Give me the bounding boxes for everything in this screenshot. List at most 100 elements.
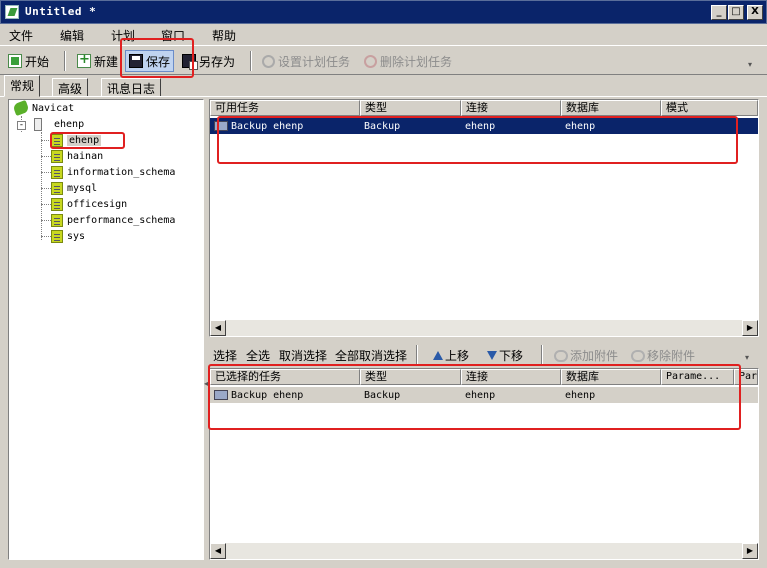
set-schedule-label: 设置计划任务 <box>278 54 351 69</box>
menu-file[interactable]: 文件 <box>9 27 33 44</box>
horizontal-scrollbar[interactable]: ◀ ▶ <box>210 543 758 559</box>
task-type: Backup <box>364 389 401 401</box>
scroll-left-icon[interactable]: ◀ <box>210 320 226 336</box>
up-arrow-icon <box>433 351 443 360</box>
app-icon <box>5 5 19 19</box>
select-button[interactable]: 选择 <box>213 347 237 364</box>
task-name: Backup ehenp <box>231 120 304 132</box>
tree-db-officesign[interactable]: officesign <box>51 198 127 211</box>
task-type: Backup <box>364 120 401 132</box>
col-pars[interactable]: Pars <box>734 369 758 385</box>
task-icon <box>214 389 228 400</box>
select-all-button[interactable]: 全选 <box>246 347 270 364</box>
database-icon <box>51 230 63 243</box>
table-row[interactable]: Backup ehenp Backup ehenp ehenp <box>210 118 758 134</box>
tab-message-log[interactable]: 讯息日志 <box>101 78 162 97</box>
remove-attachment-button[interactable]: 移除附件 <box>631 347 695 364</box>
save-as-label: 另存为 <box>199 54 236 69</box>
col-available-task[interactable]: 可用任务 <box>210 100 360 116</box>
close-button[interactable]: X <box>747 5 763 20</box>
new-label: 新建 <box>94 54 119 69</box>
tree-connection-ehenp[interactable]: ehenp <box>34 118 84 131</box>
menu-window[interactable]: 窗口 <box>161 27 185 44</box>
database-icon <box>51 214 63 227</box>
maximize-button[interactable]: □ <box>728 5 744 20</box>
save-as-button[interactable]: 另存为 <box>182 50 235 72</box>
attachment-icon <box>631 349 645 362</box>
tree-line <box>41 172 51 173</box>
menu-help[interactable]: 帮助 <box>212 27 236 44</box>
object-tree[interactable]: Navicat - ehenp ehenp hainan information… <box>8 99 204 560</box>
horizontal-scrollbar[interactable]: ◀ ▶ <box>210 320 758 336</box>
scroll-right-icon[interactable]: ▶ <box>742 543 758 559</box>
col-mode[interactable]: 模式 <box>661 100 758 116</box>
save-button[interactable]: 保存 <box>125 50 175 72</box>
deselect-all-button[interactable]: 全部取消选择 <box>335 347 407 364</box>
toolbar-overflow-icon[interactable]: ▾ <box>748 60 752 69</box>
navicat-icon <box>12 99 30 117</box>
toolbar-separator <box>250 51 252 71</box>
col-database[interactable]: 数据库 <box>561 100 661 116</box>
scroll-right-icon[interactable]: ▶ <box>742 320 758 336</box>
database-icon <box>51 150 63 163</box>
tree-db-performance-schema[interactable]: performance_schema <box>51 214 175 227</box>
tree-db-sys[interactable]: sys <box>51 230 85 243</box>
tree-db-ehenp[interactable]: ehenp <box>51 134 102 147</box>
tree-root-label: Navicat <box>32 102 75 114</box>
database-icon <box>51 166 63 179</box>
toolbar-overflow-icon[interactable]: ▾ <box>745 353 749 362</box>
toolbar-separator <box>416 345 418 365</box>
start-button[interactable]: 开始 <box>8 50 49 72</box>
db-label: performance_schema <box>67 215 176 226</box>
collapse-icon[interactable]: - <box>17 121 26 130</box>
col-parameters[interactable]: Parame... <box>661 369 734 385</box>
set-schedule-button[interactable]: 设置计划任务 <box>262 50 350 72</box>
task-name: Backup ehenp <box>231 389 304 401</box>
db-label: officesign <box>67 199 128 210</box>
tab-general[interactable]: 常规 <box>4 75 41 97</box>
minimize-button[interactable]: _ <box>711 5 727 20</box>
tab-divider <box>0 96 767 97</box>
move-up-button[interactable]: 上移 <box>433 347 469 364</box>
table-row[interactable]: Backup ehenp Backup ehenp ehenp <box>210 387 758 403</box>
add-attachment-button[interactable]: 添加附件 <box>554 347 618 364</box>
col-type[interactable]: 类型 <box>360 369 461 385</box>
tree-db-information-schema[interactable]: information_schema <box>51 166 175 179</box>
col-selected-task[interactable]: 已选择的任务 <box>210 369 360 385</box>
deselect-button[interactable]: 取消选择 <box>279 347 327 364</box>
col-database[interactable]: 数据库 <box>561 369 661 385</box>
tree-line <box>41 188 51 189</box>
col-connection[interactable]: 连接 <box>461 100 561 116</box>
attachment-icon <box>554 349 568 362</box>
add-attachment-label: 添加附件 <box>570 349 619 363</box>
toolbar-separator <box>541 345 543 365</box>
col-connection[interactable]: 连接 <box>461 369 561 385</box>
delete-schedule-label: 删除计划任务 <box>380 54 453 69</box>
delete-schedule-button[interactable]: 删除计划任务 <box>364 50 452 72</box>
tree-db-hainan[interactable]: hainan <box>51 150 103 163</box>
scroll-left-icon[interactable]: ◀ <box>210 543 226 559</box>
col-type[interactable]: 类型 <box>360 100 461 116</box>
down-arrow-icon <box>487 351 497 360</box>
main-toolbar: 开始 新建 保存 另存为 设置计划任务 删除计划任务 ▾ <box>0 45 767 75</box>
menu-schedule[interactable]: 计划 <box>111 27 135 44</box>
tree-db-mysql[interactable]: mysql <box>51 182 97 195</box>
db-label: sys <box>67 231 86 242</box>
menu-bar: 文件 编辑 计划 窗口 帮助 <box>0 24 767 44</box>
toolbar-separator <box>64 51 66 71</box>
tree-line <box>41 156 51 157</box>
task-connection: ehenp <box>465 389 496 401</box>
tree-root-navicat[interactable]: Navicat <box>12 99 75 117</box>
tab-advanced[interactable]: 高级 <box>52 78 89 97</box>
delete-icon <box>364 54 377 68</box>
tab-strip: 常规 高级 讯息日志 <box>0 75 767 97</box>
new-button[interactable]: 新建 <box>77 50 118 72</box>
move-down-label: 下移 <box>499 349 524 363</box>
gear-icon <box>262 54 275 68</box>
move-down-button[interactable]: 下移 <box>487 347 523 364</box>
task-database: ehenp <box>565 389 596 401</box>
task-database: ehenp <box>565 120 596 132</box>
available-tasks-header: 可用任务 类型 连接 数据库 模式 <box>210 100 758 116</box>
menu-edit[interactable]: 编辑 <box>60 27 84 44</box>
task-icon <box>214 120 228 131</box>
